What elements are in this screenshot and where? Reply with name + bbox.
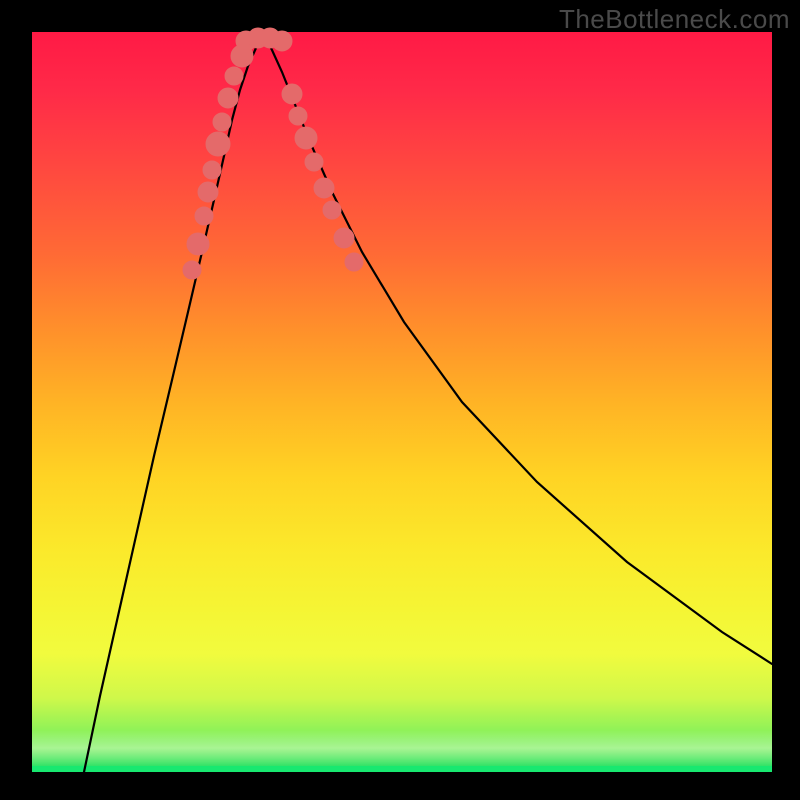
- sample-dot: [218, 88, 238, 108]
- sample-dot: [183, 261, 201, 279]
- sample-dot: [203, 161, 221, 179]
- sample-dot: [195, 207, 213, 225]
- sample-dot: [314, 178, 334, 198]
- sample-dot: [282, 84, 302, 104]
- sample-dot: [213, 113, 231, 131]
- left-curve: [84, 36, 264, 772]
- sample-dot: [272, 31, 292, 51]
- sample-dot: [305, 153, 323, 171]
- sample-dot: [295, 127, 317, 149]
- curve-svg: [32, 32, 772, 772]
- sample-dot: [345, 253, 363, 271]
- sample-dot: [225, 67, 243, 85]
- right-curve: [264, 36, 772, 664]
- chart-frame: TheBottleneck.com: [0, 0, 800, 800]
- sample-dot: [334, 228, 354, 248]
- sample-dots-group: [183, 28, 363, 279]
- sample-dot: [187, 233, 209, 255]
- sample-dot: [323, 201, 341, 219]
- sample-dot: [206, 132, 230, 156]
- sample-dot: [289, 107, 307, 125]
- sample-dot: [198, 182, 218, 202]
- watermark-text: TheBottleneck.com: [559, 4, 790, 35]
